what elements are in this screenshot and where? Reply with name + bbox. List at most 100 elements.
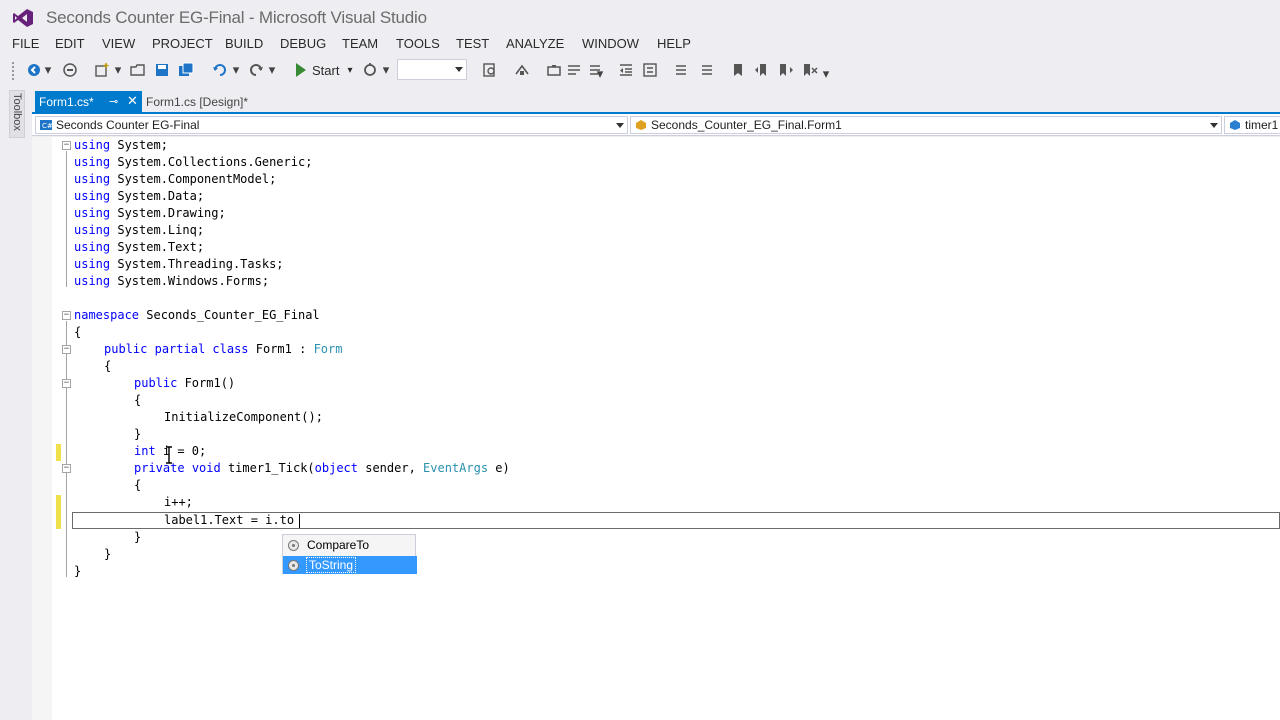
bookmark-icon[interactable] (730, 62, 746, 78)
next-bookmark-icon[interactable] (778, 62, 794, 78)
start-debugging-button[interactable]: Start ▾ (296, 60, 353, 80)
collapse-usings-icon[interactable]: − (62, 141, 71, 150)
code-line-constructor: public Form1() (134, 376, 236, 390)
code-line-brace: } (104, 547, 112, 561)
code-line-9: using System.Windows.Forms; (74, 274, 270, 288)
type-dropdown[interactable]: Seconds_Counter_EG_Final.Form1 (630, 116, 1222, 134)
completion-label: CompareTo (307, 538, 370, 552)
method-icon (288, 559, 299, 571)
visual-studio-logo-icon (13, 9, 33, 27)
code-line-2: using System.Collections.Generic; (74, 155, 313, 169)
project-dropdown[interactable]: C# Seconds Counter EG-Final (35, 116, 628, 134)
code-line-class: public partial class Form1 : Form (104, 342, 343, 356)
menu-team[interactable]: TEAM (342, 36, 378, 51)
menu-build[interactable]: BUILD (225, 36, 263, 51)
toolbar-overflow-icon[interactable]: ▾ (596, 66, 604, 82)
code-line-current[interactable]: label1.Text = i.to (164, 512, 294, 529)
code-line-8: using System.Threading.Tasks; (74, 257, 284, 271)
visual-studio-window: Seconds Counter EG-Final - Microsoft Vis… (0, 0, 1280, 720)
code-line-increment: i++; (164, 495, 193, 509)
tab-label: Form1.cs* (39, 95, 94, 109)
menu-test[interactable]: TEST (456, 36, 489, 51)
pin-icon[interactable]: ⊸ (109, 95, 118, 108)
text-caret (299, 514, 300, 528)
comment-out-icon[interactable] (566, 62, 582, 78)
code-line-brace: } (134, 530, 142, 544)
completion-item-compareto[interactable]: CompareTo (283, 536, 417, 554)
method-icon (288, 539, 299, 551)
navigate-back-icon[interactable] (26, 62, 42, 78)
toolbox-side-panel (0, 84, 32, 720)
increase-indent-icon[interactable] (642, 62, 658, 78)
toolbox-icon[interactable] (546, 62, 562, 78)
save-all-icon[interactable] (178, 62, 194, 78)
field-icon (1230, 120, 1240, 130)
code-line-1: using System; (74, 138, 168, 152)
menu-analyze[interactable]: ANALYZE (506, 36, 564, 51)
chevron-down-icon (1210, 123, 1218, 128)
new-project-dropdown-icon[interactable]: ▾ (114, 62, 122, 78)
collapse-namespace-icon[interactable]: − (62, 311, 71, 320)
redo-dropdown-icon[interactable]: ▾ (268, 62, 276, 78)
comment-lines-icon[interactable] (674, 62, 690, 78)
outline-line (66, 151, 67, 287)
menu-bar: FILE EDIT VIEW PROJECT BUILD DEBUG TEAM … (0, 34, 1280, 54)
collapse-method-icon[interactable]: − (62, 464, 71, 473)
tab-form1-cs[interactable]: Form1.cs* ⊸ ✕ (35, 91, 142, 113)
menu-file[interactable]: FILE (12, 36, 39, 51)
menu-tools[interactable]: TOOLS (396, 36, 440, 51)
ibeam-cursor-icon (166, 446, 172, 464)
code-line-3: using System.ComponentModel; (74, 172, 277, 186)
solution-explorer-icon[interactable] (514, 62, 530, 78)
save-icon[interactable] (154, 62, 170, 78)
member-dropdown[interactable]: timer1 (1224, 116, 1280, 134)
previous-bookmark-icon[interactable] (754, 62, 770, 78)
menu-help[interactable]: HELP (657, 36, 691, 51)
tab-form1-design[interactable]: Form1.cs [Design]* (142, 91, 248, 113)
menu-debug[interactable]: DEBUG (280, 36, 326, 51)
project-name: Seconds Counter EG-Final (56, 118, 200, 132)
chevron-down-icon (455, 67, 463, 72)
code-line-method: private void timer1_Tick(object sender, … (134, 461, 510, 475)
attach-dropdown-icon[interactable]: ▾ (382, 62, 390, 78)
code-line-4: using System.Data; (74, 189, 205, 203)
start-dropdown-icon[interactable]: ▾ (347, 65, 352, 76)
undo-icon[interactable] (212, 62, 228, 78)
editor-gutter[interactable] (32, 137, 52, 720)
collapse-constructor-icon[interactable]: − (62, 379, 71, 388)
undo-dropdown-icon[interactable]: ▾ (232, 62, 240, 78)
attach-process-icon[interactable] (362, 62, 378, 78)
menu-project[interactable]: PROJECT (152, 36, 213, 51)
redo-icon[interactable] (248, 62, 264, 78)
back-dropdown-icon[interactable]: ▾ (44, 62, 52, 78)
toolbox-label: Toolbox (11, 93, 23, 131)
toolbar-grip-icon[interactable] (12, 62, 16, 80)
code-line-brace: } (74, 564, 82, 578)
find-in-files-icon[interactable] (482, 62, 498, 78)
code-line-brace: { (134, 393, 142, 407)
completion-item-tostring[interactable]: ToString (283, 556, 417, 574)
document-tab-well: Form1.cs* ⊸ ✕ Form1.cs [Design]* (32, 90, 1280, 114)
close-icon[interactable]: ✕ (127, 93, 138, 109)
code-line-brace: { (74, 325, 82, 339)
solution-configuration-dropdown[interactable] (397, 59, 467, 80)
menu-edit[interactable]: EDIT (55, 36, 85, 51)
clear-bookmarks-icon[interactable] (802, 62, 818, 78)
code-editor[interactable] (32, 137, 1280, 720)
code-line-namespace: namespace Seconds_Counter_EG_Final (74, 308, 320, 322)
start-label: Start (312, 62, 340, 78)
menu-window[interactable]: WINDOW (582, 36, 639, 51)
unsaved-change-marker (56, 495, 61, 529)
intellisense-completion-list: CompareTo ToString (282, 534, 417, 574)
code-line-7: using System.Text; (74, 240, 205, 254)
toolbox-tab[interactable]: Toolbox (9, 90, 25, 138)
new-project-icon[interactable] (94, 62, 110, 78)
navigate-forward-icon[interactable] (62, 62, 78, 78)
toolbar-customize-icon[interactable]: ▾ (822, 66, 830, 82)
member-name: timer1 (1245, 118, 1279, 132)
decrease-indent-icon[interactable] (618, 62, 634, 78)
menu-view[interactable]: VIEW (102, 36, 135, 51)
open-file-icon[interactable] (130, 62, 146, 78)
collapse-class-icon[interactable]: − (62, 345, 71, 354)
uncomment-lines-icon[interactable] (698, 62, 714, 78)
